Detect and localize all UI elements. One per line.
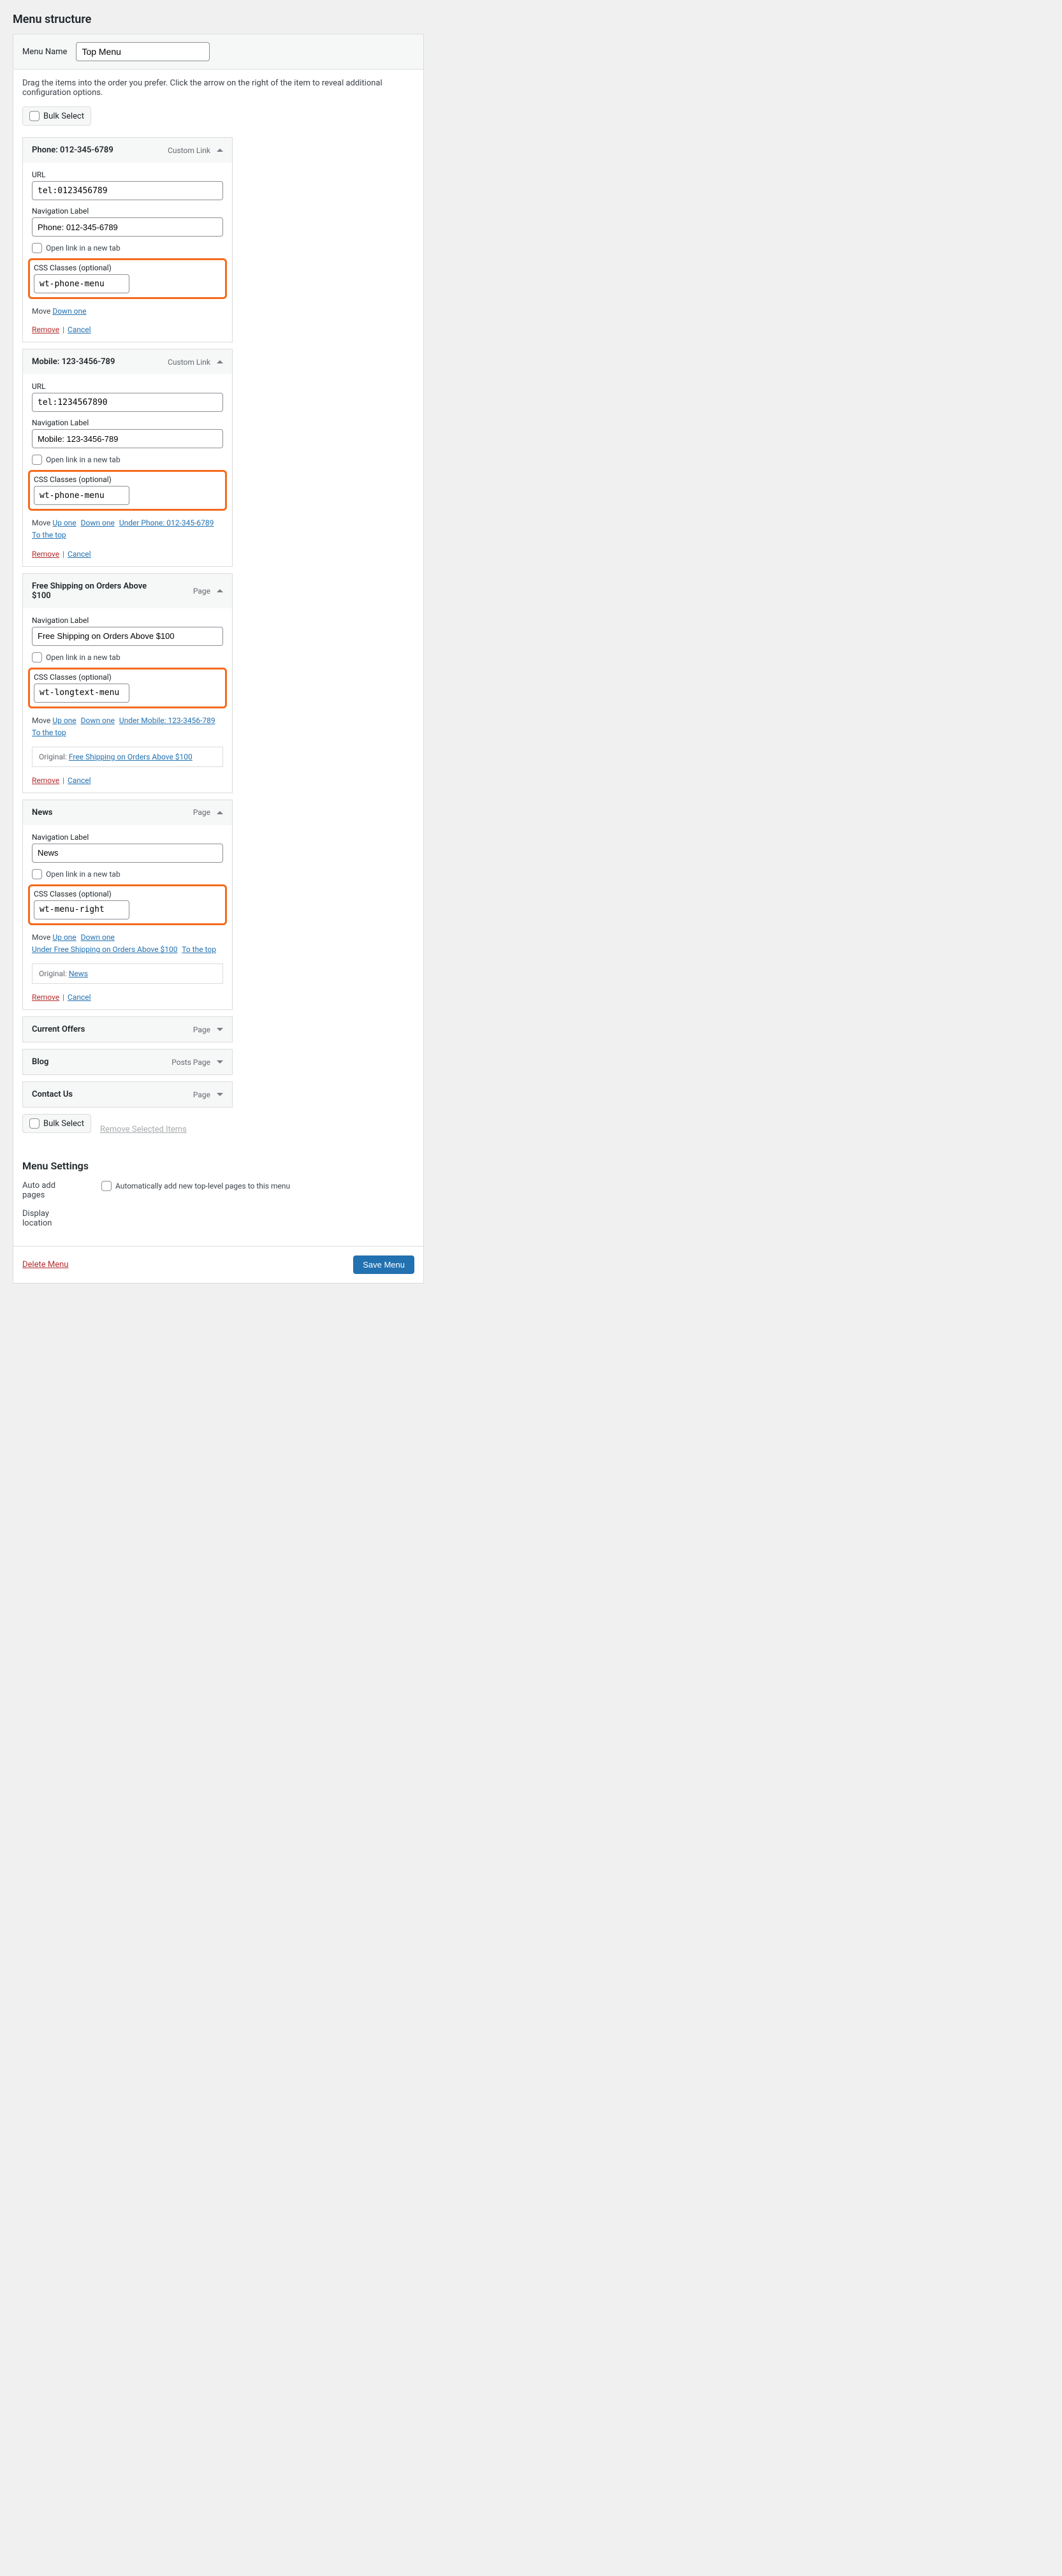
auto-add-pages-checkbox[interactable] [101, 1181, 112, 1191]
cancel-link[interactable]: Cancel [68, 776, 91, 785]
menu-name-input[interactable] [76, 42, 210, 61]
menu-item-handle[interactable]: Phone: 012-345-6789 Custom Link [23, 138, 232, 163]
remove-link[interactable]: Remove [32, 776, 59, 785]
move-under-link[interactable]: Under Phone: 012-345-6789 [119, 518, 214, 527]
menu-name-label: Menu Name [22, 47, 67, 57]
move-up-one-link[interactable]: Up one [52, 518, 76, 527]
remove-link[interactable]: Remove [32, 993, 59, 1002]
menu-header: Menu Name [13, 34, 423, 70]
remove-link[interactable]: Remove [32, 325, 59, 334]
remove-link[interactable]: Remove [32, 550, 59, 559]
move-down-one-link[interactable]: Down one [81, 933, 115, 942]
css-classes-input[interactable] [34, 684, 129, 703]
chevron-up-icon[interactable] [217, 589, 223, 592]
css-classes-input[interactable] [34, 486, 129, 505]
nav-label-input[interactable] [32, 627, 223, 646]
chevron-up-icon[interactable] [217, 360, 223, 363]
menu-edit-panel: Menu Name Drag the items into the order … [13, 34, 424, 1284]
delete-menu-link[interactable]: Delete Menu [22, 1260, 68, 1270]
move-under-link[interactable]: Under Mobile: 123-3456-789 [119, 716, 215, 725]
move-under-link[interactable]: Under Free Shipping on Orders Above $100 [32, 945, 178, 954]
open-new-tab-checkbox[interactable] [32, 652, 42, 662]
move-up-one-link[interactable]: Up one [52, 933, 76, 942]
nav-label-label: Navigation Label [32, 207, 223, 216]
menu-item-handle[interactable]: Current Offers Page [23, 1017, 232, 1042]
chevron-down-icon[interactable] [217, 1060, 223, 1064]
menu-item-handle[interactable]: Mobile: 123-3456-789 Custom Link [23, 349, 232, 374]
menu-item-blog[interactable]: Blog Posts Page [22, 1049, 233, 1075]
move-down-one-link[interactable]: Down one [52, 307, 86, 316]
menu-item-free-shipping[interactable]: Free Shipping on Orders Above $100 Page … [22, 573, 233, 793]
move-to-top-link[interactable]: To the top [32, 531, 66, 539]
chevron-down-icon[interactable] [217, 1028, 223, 1031]
url-input[interactable] [32, 181, 223, 200]
menu-item-news[interactable]: News Page Navigation Label [22, 800, 233, 1010]
original-link[interactable]: News [69, 969, 88, 978]
original-link[interactable]: Free Shipping on Orders Above $100 [69, 752, 193, 761]
menu-item-handle[interactable]: News Page [23, 800, 232, 825]
css-classes-highlight: CSS Classes (optional) [28, 258, 227, 299]
bulk-select-top[interactable]: Bulk Select [22, 106, 91, 126]
chevron-up-icon[interactable] [217, 149, 223, 152]
cancel-link[interactable]: Cancel [68, 325, 91, 334]
instructions-text: Drag the items into the order you prefer… [22, 78, 414, 98]
menu-item-handle[interactable]: Contact Us Page [23, 1082, 232, 1107]
css-classes-highlight: CSS Classes (optional) [28, 884, 227, 925]
bulk-select-checkbox[interactable] [29, 1118, 40, 1129]
css-classes-input[interactable] [34, 274, 129, 293]
css-classes-label: CSS Classes (optional) [34, 263, 221, 272]
menu-item-mobile[interactable]: Mobile: 123-3456-789 Custom Link URL Nav… [22, 349, 233, 566]
bulk-select-checkbox[interactable] [29, 111, 40, 121]
chevron-up-icon[interactable] [217, 811, 223, 814]
menu-item-handle[interactable]: Free Shipping on Orders Above $100 Page [23, 574, 232, 608]
move-down-one-link[interactable]: Down one [81, 716, 115, 725]
url-label: URL [32, 170, 223, 179]
open-new-tab-checkbox[interactable] [32, 455, 42, 465]
css-classes-highlight: CSS Classes (optional) [28, 470, 227, 511]
menu-item-current-offers[interactable]: Current Offers Page [22, 1016, 233, 1043]
nav-label-input[interactable] [32, 429, 223, 448]
chevron-down-icon[interactable] [217, 1093, 223, 1096]
menu-structure-heading: Menu structure [13, 13, 424, 26]
remove-selected-link: Remove Selected Items [100, 1125, 187, 1134]
nav-label-input[interactable] [32, 844, 223, 863]
css-classes-input[interactable] [34, 900, 129, 919]
menu-item-contact-us[interactable]: Contact Us Page [22, 1081, 233, 1108]
display-location-label: Display location [22, 1209, 73, 1228]
css-classes-highlight: CSS Classes (optional) [28, 668, 227, 708]
nav-label-input[interactable] [32, 217, 223, 237]
menu-item-phone[interactable]: Phone: 012-345-6789 Custom Link URL Navi… [22, 137, 233, 342]
auto-add-pages-label: Auto add pages [22, 1181, 73, 1200]
open-new-tab-checkbox[interactable] [32, 243, 42, 253]
menu-item-handle[interactable]: Blog Posts Page [23, 1050, 232, 1074]
url-input[interactable] [32, 393, 223, 412]
move-up-one-link[interactable]: Up one [52, 716, 76, 725]
cancel-link[interactable]: Cancel [68, 550, 91, 559]
open-new-tab-checkbox[interactable] [32, 869, 42, 879]
move-to-top-link[interactable]: To the top [32, 728, 66, 737]
move-down-one-link[interactable]: Down one [81, 518, 115, 527]
bulk-select-bottom[interactable]: Bulk Select [22, 1114, 91, 1133]
move-to-top-link[interactable]: To the top [182, 945, 216, 954]
save-menu-button[interactable]: Save Menu [353, 1255, 414, 1274]
cancel-link[interactable]: Cancel [68, 993, 91, 1002]
menu-settings-heading: Menu Settings [22, 1160, 414, 1172]
